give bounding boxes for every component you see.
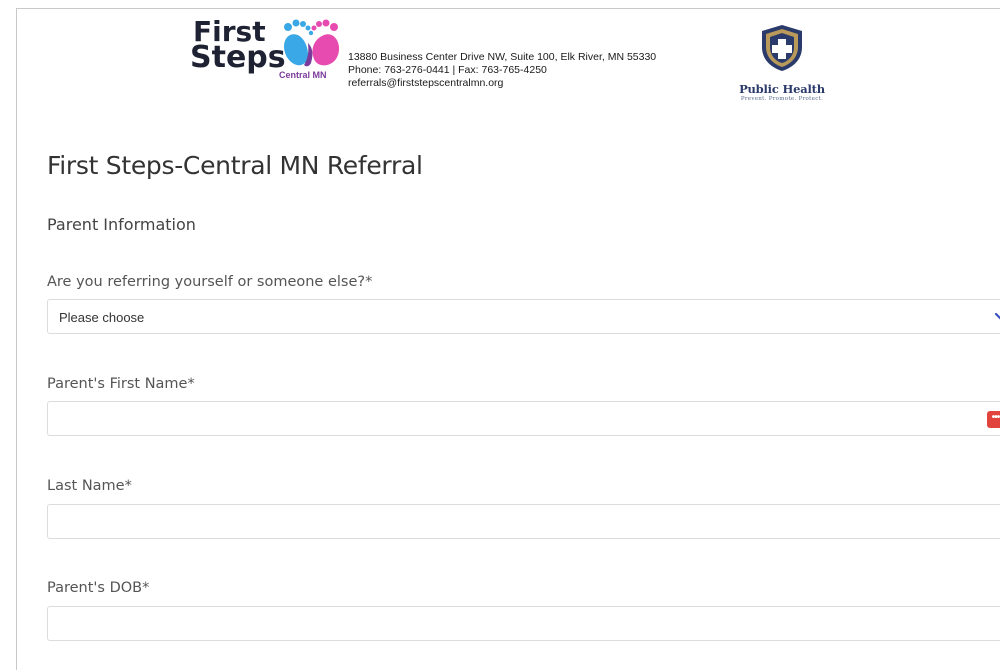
first-steps-logo: First Steps Central MN — [190, 13, 343, 85]
page-frame: First Steps Central MN 13880 Business Ce… — [16, 8, 1000, 670]
referral-type-label: Are you referring yourself or someone el… — [47, 274, 373, 290]
last-name-label: Last Name* — [47, 478, 132, 494]
public-health-logo: Public Health Prevent. Promote. Protect. — [739, 23, 825, 113]
referral-type-select[interactable]: Please choose — [47, 299, 1000, 334]
address-text: 13880 Business Center Drive NW, Suite 10… — [348, 51, 657, 63]
last-name-input[interactable] — [47, 504, 1000, 539]
partner-name: Public Health — [739, 82, 825, 96]
password-manager-icon[interactable]: ••• — [987, 411, 1000, 428]
dob-input[interactable] — [47, 606, 1000, 641]
shield-cross-icon — [762, 25, 802, 71]
email-text: referrals@firststepscentralmn.org — [348, 77, 504, 89]
first-name-label: Parent's First Name* — [47, 376, 195, 392]
partner-tagline: Prevent. Promote. Protect. — [740, 96, 824, 102]
first-name-input[interactable]: ••• — [47, 401, 1000, 436]
page-title: First Steps-Central MN Referral — [47, 151, 423, 180]
chevron-down-icon[interactable] — [994, 311, 1000, 323]
referral-type-value: Please choose — [59, 310, 145, 325]
dob-label: Parent's DOB* — [47, 580, 150, 596]
baby-feet-icon — [284, 19, 340, 67]
logo-steps-text: Steps — [190, 40, 286, 75]
phone-fax-text: Phone: 763-276-0441 | Fax: 763-765-4250 — [348, 64, 547, 76]
contact-info: 13880 Business Center Drive NW, Suite 10… — [348, 51, 656, 90]
logo-subtitle: Central MN — [279, 70, 327, 80]
section-title: Parent Information — [47, 215, 196, 234]
